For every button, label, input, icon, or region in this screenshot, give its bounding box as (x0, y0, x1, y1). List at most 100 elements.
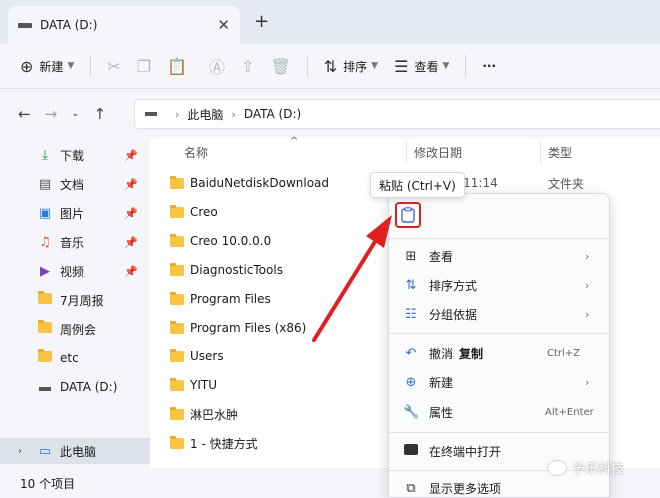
column-divider[interactable] (540, 142, 541, 164)
new-button[interactable]: ⊕ 新建 ▼ (12, 50, 82, 82)
pin-icon[interactable]: 📌 (124, 265, 138, 278)
pin-icon[interactable]: 📌 (124, 178, 138, 191)
view-button[interactable]: ☰ 查看 ▼ (386, 50, 457, 82)
sidebar-item-etc[interactable]: etc (0, 345, 150, 371)
folder-icon (38, 319, 52, 337)
sidebar-item-downloads[interactable]: ⤓ 下载 📌 (0, 142, 150, 168)
sidebar-item-label: 此电脑 (60, 444, 97, 459)
folder-icon (38, 348, 52, 366)
chevron-down-icon: ▼ (442, 61, 450, 71)
column-header-name[interactable]: 名称 (184, 144, 208, 164)
close-icon[interactable]: ✕ (217, 16, 230, 34)
pin-icon[interactable]: 📌 (124, 207, 138, 220)
menu-item-label: 分组依据 (429, 308, 478, 322)
breadcrumb-this-pc[interactable]: 此电脑 (187, 106, 223, 123)
scissors-icon: ✂ (107, 56, 121, 76)
sidebar-item-documents[interactable]: ▤ 文档 📌 (0, 171, 150, 197)
pin-icon[interactable]: 📌 (124, 236, 138, 249)
picture-icon: ▣ (38, 205, 52, 221)
pin-icon[interactable]: 📌 (124, 149, 138, 162)
file-name: Creo 10.0.0.0 (190, 234, 272, 248)
rename-button[interactable]: Ⓐ (201, 50, 233, 82)
drive-icon (18, 22, 32, 28)
sidebar-item-pictures[interactable]: ▣ 图片 📌 (0, 200, 150, 226)
up-arrow-icon[interactable]: ↑ (94, 105, 107, 123)
group-list-icon: ☷ (405, 307, 417, 322)
shortcut-icon (170, 435, 184, 449)
menu-item-undo-copy[interactable]: ↶ 撤消 复制 Ctrl+Z (389, 339, 611, 368)
more-button[interactable]: ··· (474, 50, 504, 82)
chevron-down-icon: ▼ (67, 61, 75, 71)
list-item[interactable]: BaiduNetdiskDownload /14 11:14 文件夹 (170, 169, 584, 197)
menu-item-view[interactable]: ⊞ 查看 › (389, 242, 611, 271)
more-icon: ··· (482, 59, 497, 73)
list-item[interactable]: Program Files (x86) (170, 314, 306, 342)
menu-item-label: 撤消 (429, 347, 454, 361)
file-name: DiagnosticTools (190, 263, 283, 277)
column-header-date[interactable]: 修改日期 (414, 144, 462, 164)
menu-item-shortcut: Ctrl+Z (547, 348, 581, 359)
watermark: 予乐科技 (548, 458, 624, 477)
share-button[interactable]: ⇪ (233, 50, 262, 82)
menu-divider (389, 333, 611, 334)
breadcrumb[interactable]: › 此电脑 › DATA (D:) (134, 99, 660, 129)
tab-bar: DATA (D:) ✕ + (0, 0, 660, 44)
menu-item-properties[interactable]: 🔧 属性 Alt+Enter (389, 398, 611, 427)
sidebar-item-weekly-meeting[interactable]: 周例会 (0, 316, 150, 342)
file-name: Creo (190, 205, 218, 219)
folder-icon (170, 406, 184, 420)
breadcrumb-data-drive[interactable]: DATA (D:) (244, 107, 301, 121)
chevron-right-icon: › (585, 279, 590, 292)
new-tab-button[interactable]: + (254, 11, 269, 32)
folder-icon (170, 377, 184, 391)
copy-button[interactable]: ❐ (129, 50, 159, 82)
menu-item-label: 属性 (429, 406, 454, 420)
chevron-right-icon[interactable]: › (18, 446, 22, 457)
menu-item-shortcut: Alt+Enter (545, 407, 594, 418)
menu-item-label: 查看 (429, 250, 454, 264)
list-item[interactable]: Program Files (170, 285, 271, 313)
menu-item-group-by[interactable]: ☷ 分组依据 › (389, 300, 611, 329)
sidebar-item-data-drive[interactable]: DATA (D:) (0, 374, 150, 400)
recent-chevron-icon[interactable]: ⌄ (71, 108, 79, 119)
file-name: BaiduNetdiskDownload (190, 176, 330, 190)
forward-arrow-icon[interactable]: → (45, 105, 58, 123)
sort-icon: ⇅ (405, 278, 417, 293)
list-item[interactable]: Creo 10.0.0.0 (170, 227, 271, 255)
menu-item-undo-target: 复制 (459, 347, 484, 361)
list-item[interactable]: 1 - 快捷方式 (170, 429, 258, 457)
column-header-type[interactable]: 类型 (548, 144, 572, 164)
list-item[interactable]: DiagnosticTools (170, 256, 283, 284)
sidebar-item-this-pc[interactable]: › ▭ 此电脑 (0, 438, 150, 464)
column-divider[interactable] (406, 142, 407, 164)
sidebar-item-label: 音乐 (60, 235, 85, 250)
trash-icon: 🗑 (270, 56, 291, 76)
sidebar-item-music[interactable]: ♫ 音乐 📌 (0, 229, 150, 255)
list-item[interactable]: YITU (170, 371, 217, 399)
sort-button[interactable]: ⇅ 排序 ▼ (316, 50, 386, 82)
menu-item-label: 显示更多选项 (429, 482, 502, 496)
sidebar-item-weekly-report[interactable]: 7月周报 (0, 287, 150, 313)
menu-item-show-more[interactable]: ⧉ 显示更多选项 (389, 474, 611, 498)
cut-button[interactable]: ✂ (99, 50, 128, 82)
view-button-label: 查看 (414, 59, 439, 74)
tab-data-drive[interactable]: DATA (D:) ✕ (8, 6, 240, 44)
share-icon: ⇪ (241, 56, 255, 76)
list-item[interactable]: Users (170, 342, 224, 370)
list-item[interactable]: Creo (170, 198, 218, 226)
menu-item-sort-by[interactable]: ⇅ 排序方式 › (389, 271, 611, 300)
list-item[interactable]: 淋巴水肿 (170, 400, 238, 428)
menu-divider (389, 238, 611, 239)
folder-icon (170, 175, 184, 189)
file-name: Program Files (190, 292, 271, 306)
file-type: 文件夹 (548, 176, 585, 191)
sidebar-item-videos[interactable]: ▶ 视频 📌 (0, 258, 150, 284)
menu-item-new[interactable]: ⊕ 新建 › (389, 368, 611, 397)
chevron-right-icon: › (175, 107, 180, 121)
folder-icon (170, 348, 184, 362)
back-arrow-icon[interactable]: ← (18, 105, 31, 123)
paste-button[interactable] (395, 202, 421, 228)
delete-button[interactable]: 🗑 (262, 50, 298, 82)
paste-toolbar-button[interactable]: 📋 (159, 50, 201, 82)
paste-tooltip: 粘贴 (Ctrl+V) (370, 172, 465, 198)
